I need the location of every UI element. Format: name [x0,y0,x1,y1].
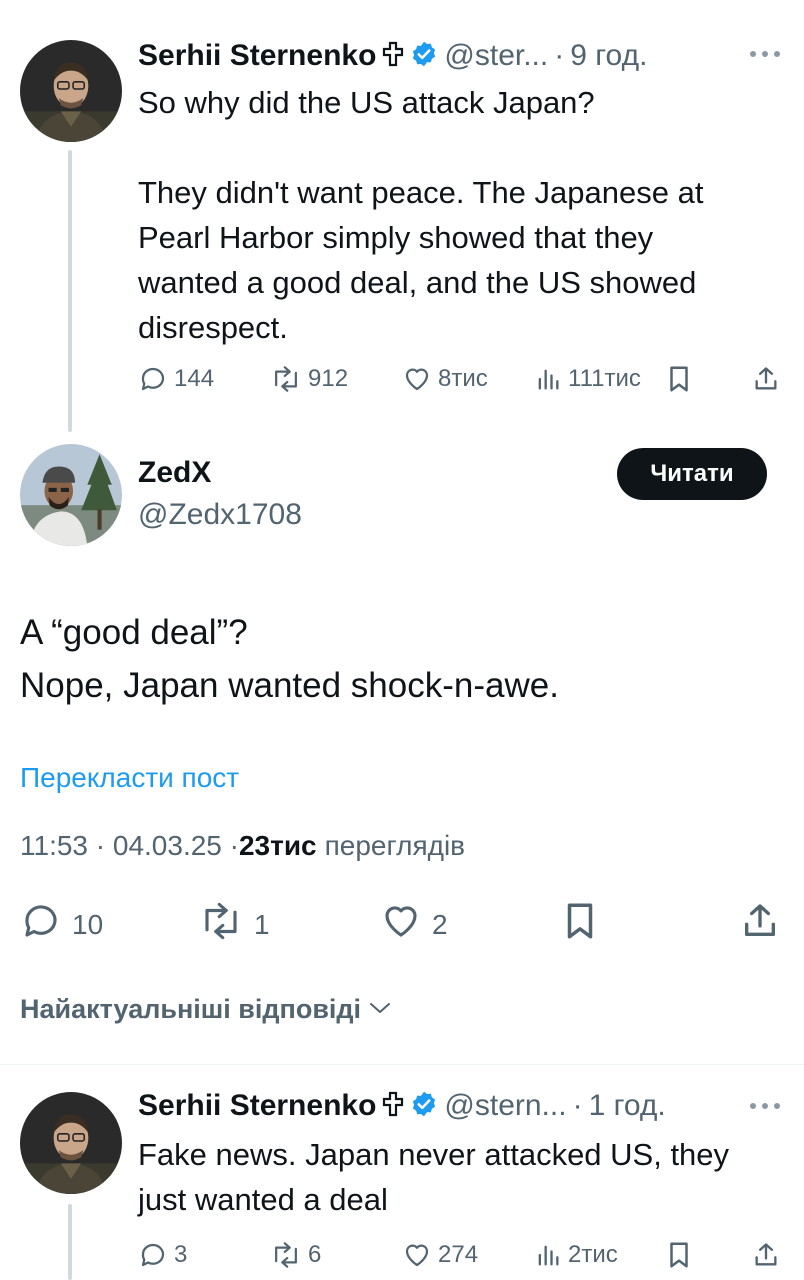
text-line: They didn't want peace. The Japanese at [138,175,704,210]
bookmark-button[interactable] [562,900,598,949]
replies-sort-label: Найактуальніші відповіді [20,994,362,1024]
tweet-time[interactable]: 1 год. [589,1089,666,1123]
reply-count: 3 [174,1241,188,1268]
repost-button[interactable]: 1 [198,900,270,949]
tweet-time[interactable]: 9 год. [570,39,647,73]
text-line: A “good deal”? [20,613,248,652]
verified-badge-icon [410,40,438,73]
reply-icon [138,1240,168,1270]
views-count: 23тис [238,830,317,861]
repost-count: 1 [254,908,270,940]
tweet-timestamp[interactable]: 11:53 · 04.03.25 · [20,830,239,862]
text-line: just wanted a deal [138,1182,388,1217]
more-icon[interactable] [748,40,782,71]
avatar-sternenko[interactable] [20,40,122,142]
reply-icon [20,900,62,949]
divider [0,1064,804,1065]
views-icon [534,1240,562,1270]
author-name[interactable]: Serhii Sternenko [138,1089,376,1123]
bookmark-icon [666,364,692,394]
tweet-text: So why did the US attack Japan? They did… [138,80,788,350]
separator-dot: · [572,1089,583,1122]
share-icon [740,900,780,949]
author-handle[interactable]: @Zedx1708 [138,498,302,532]
views-count: 2тис [568,1241,618,1268]
bookmark-button[interactable] [666,1240,692,1270]
thread-line [68,150,72,432]
repost-count: 912 [308,365,349,392]
author-name[interactable]: ZedX [138,456,211,490]
share-button[interactable] [740,900,780,949]
separator-dot: · [554,39,565,72]
cross-icon [382,41,404,72]
heart-icon [380,900,422,949]
follow-button[interactable]: Читати [617,448,767,500]
chevron-down-icon [367,994,393,1025]
reply-button[interactable]: 144 [138,364,214,394]
repost-button[interactable]: 6 [270,1240,321,1270]
views-count: 111тис [568,365,641,392]
like-count: 8тис [438,365,488,392]
text-line: Nope, Japan wanted shock-n-awe. [20,666,559,705]
reply-icon [138,364,168,394]
replies-sort-dropdown[interactable]: Найактуальніші відповіді [20,994,393,1025]
heart-icon [402,364,432,394]
text-line: disrespect. [138,310,288,345]
views-button[interactable]: 111тис [534,364,641,394]
share-icon [752,1240,780,1270]
repost-icon [198,900,244,949]
bookmark-button[interactable] [666,364,692,394]
author-handle[interactable]: @stern... [444,1089,566,1123]
tweet-header: Serhii Sternenko @ster... · 9 год. [138,36,647,76]
like-count: 2 [432,908,448,940]
tweet-timestamp-row: 11:53 · 04.03.25 · 23тис переглядів [20,830,465,862]
text-line: wanted a good deal, and the US showed [138,265,697,300]
like-button[interactable]: 274 [402,1240,478,1270]
repost-icon [270,1240,302,1270]
like-button[interactable]: 2 [380,900,448,949]
bookmark-icon [666,1240,692,1270]
repost-count: 6 [308,1241,322,1268]
share-icon [752,364,780,394]
repost-icon [270,364,302,394]
tweet-text: Fake news. Japan never attacked US, they… [138,1132,798,1222]
avatar-zedx[interactable] [20,444,122,546]
share-button[interactable] [752,364,780,394]
reply-count: 10 [72,908,104,940]
avatar-sternenko[interactable] [20,1092,122,1194]
reply-button[interactable]: 3 [138,1240,187,1270]
translate-link[interactable]: Перекласти пост [20,762,239,794]
bookmark-icon [562,900,598,949]
like-button[interactable]: 8тис [402,364,488,394]
text-line: Fake news. Japan never attacked US, they [138,1137,730,1172]
reply-button[interactable]: 10 [20,900,103,949]
text-line [138,125,788,170]
views-button[interactable]: 2тис [534,1240,618,1270]
verified-badge-icon [410,1090,438,1123]
cross-icon [382,1091,404,1122]
heart-icon [402,1240,432,1270]
repost-button[interactable]: 912 [270,364,348,394]
author-handle[interactable]: @ster... [444,39,548,73]
thread-line [68,1204,72,1280]
tweet-text: A “good deal”? Nope, Japan wanted shock-… [20,606,790,712]
views-label: переглядів [324,830,466,861]
tweet-header: Serhii Sternenko @stern... · 1 год. [138,1086,666,1126]
text-line: So why did the US attack Japan? [138,85,595,120]
views-icon [534,364,562,394]
share-button[interactable] [752,1240,780,1270]
text-line: Pearl Harbor simply showed that they [138,220,654,255]
reply-count: 144 [174,365,215,392]
like-count: 274 [438,1241,479,1268]
more-icon[interactable] [748,1092,782,1123]
author-name[interactable]: Serhii Sternenko [138,39,376,73]
